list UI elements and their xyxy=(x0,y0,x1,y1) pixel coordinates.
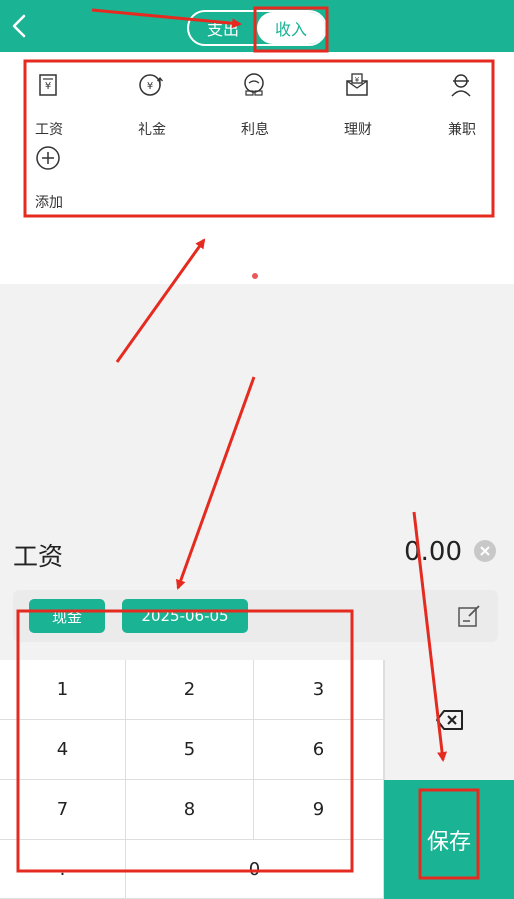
category-label: 利息 xyxy=(241,122,269,138)
category-item-add[interactable]: 添加 xyxy=(35,137,105,211)
type-switch: 支出 收入 xyxy=(187,10,327,46)
category-item-finance[interactable]: ¥ 理财 xyxy=(344,64,414,138)
gift-money-icon: ¥ xyxy=(139,74,163,96)
key-3[interactable]: 3 xyxy=(254,660,384,720)
finance-icon: ¥ xyxy=(346,73,368,96)
page-indicator-dot xyxy=(252,273,258,279)
clear-icon[interactable] xyxy=(474,540,496,562)
key-9[interactable]: 9 xyxy=(254,780,384,840)
category-label: 兼职 xyxy=(448,122,476,138)
category-label: 理财 xyxy=(344,122,372,138)
key-1[interactable]: 1 xyxy=(0,660,126,720)
category-item-wage[interactable]: ¥ 工资 xyxy=(35,64,105,138)
key-0[interactable]: 0 xyxy=(126,840,384,899)
svg-text:¥: ¥ xyxy=(147,81,153,92)
amount-display: 0.00 xyxy=(404,537,462,567)
keypad-side: 保存 xyxy=(384,660,514,899)
wage-icon: ¥ xyxy=(39,74,57,96)
category-item-part-time[interactable]: 兼职 xyxy=(448,64,514,138)
svg-text:¥: ¥ xyxy=(355,76,360,84)
part-time-icon xyxy=(451,74,471,97)
key-6[interactable]: 6 xyxy=(254,720,384,780)
key-4[interactable]: 4 xyxy=(0,720,126,780)
category-label: 添加 xyxy=(35,195,63,211)
key-2[interactable]: 2 xyxy=(126,660,254,720)
backspace-icon xyxy=(435,710,463,730)
tab-income[interactable]: 收入 xyxy=(257,12,325,44)
header-bar: 支出 收入 xyxy=(0,0,514,52)
category-item-gift-money[interactable]: ¥ 礼金 xyxy=(138,64,208,138)
category-item-interest[interactable]: 利息 xyxy=(241,64,311,138)
key-dot[interactable]: . xyxy=(0,840,126,899)
category-label: 礼金 xyxy=(138,122,166,138)
tab-expense[interactable]: 支出 xyxy=(189,12,257,44)
number-keypad: 1 2 3 4 5 6 7 8 9 . 0 xyxy=(0,660,384,899)
category-label: 工资 xyxy=(35,122,63,138)
date-chip[interactable]: 2025-06-05 xyxy=(122,599,248,633)
edit-note-icon[interactable] xyxy=(457,604,481,628)
amount-row: 工资 0.00 xyxy=(0,525,514,583)
save-button[interactable]: 保存 xyxy=(384,780,514,899)
category-panel: ¥ 工资 ¥ 礼金 利息 ¥ 理财 兼职 添加 xyxy=(0,52,514,284)
backspace-key[interactable] xyxy=(384,660,514,780)
account-chip[interactable]: 现金 xyxy=(29,599,105,633)
chevron-left-icon[interactable] xyxy=(8,13,32,39)
svg-text:¥: ¥ xyxy=(45,81,51,92)
key-5[interactable]: 5 xyxy=(126,720,254,780)
interest-icon xyxy=(244,73,264,96)
add-icon xyxy=(36,146,60,170)
key-8[interactable]: 8 xyxy=(126,780,254,840)
key-7[interactable]: 7 xyxy=(0,780,126,840)
selected-category: 工资 xyxy=(13,542,64,571)
entry-meta-row: 现金 2025-06-05 xyxy=(13,590,498,642)
